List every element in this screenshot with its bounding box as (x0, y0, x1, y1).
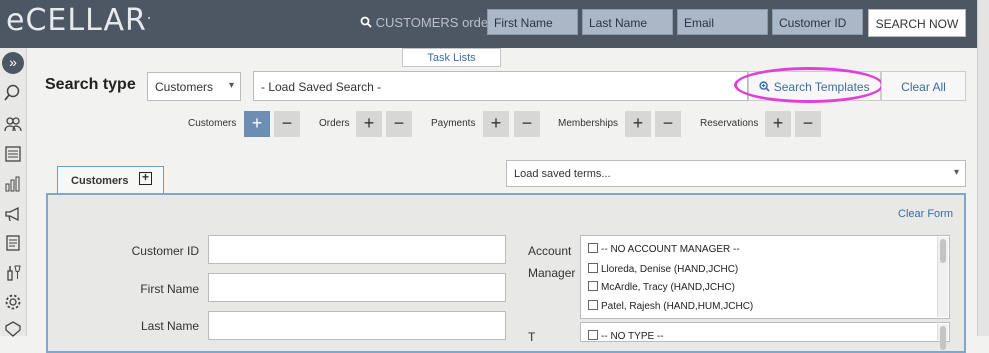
orders-plus-button[interactable]: + (356, 111, 382, 137)
list-item[interactable]: -- NO ACCOUNT MANAGER -- (588, 243, 740, 255)
document-icon[interactable] (4, 234, 22, 252)
memberships-plus-button[interactable]: + (625, 111, 651, 137)
load-saved-terms-select[interactable]: Load saved terms... (506, 160, 966, 187)
list-item[interactable]: McArdle, Tracy (HAND,JCHC) (588, 281, 735, 293)
search-icon (360, 16, 372, 28)
customer-id-input[interactable] (208, 235, 506, 264)
toggle-label-reservations: Reservations (700, 118, 759, 129)
saved-search-select[interactable]: - Load Saved Search - (253, 71, 748, 101)
wine-icon[interactable] (4, 264, 22, 282)
last-name-label: Last Name (140, 319, 199, 333)
toggle-label-memberships: Memberships (558, 118, 619, 129)
customer-id-field[interactable]: Customer ID (772, 9, 863, 35)
clear-form-link[interactable]: Clear Form (898, 208, 953, 220)
task-lists-tab[interactable]: Task Lists (402, 48, 501, 67)
orders-minus-button[interactable]: − (386, 111, 412, 137)
scroll-thumb[interactable] (940, 239, 946, 263)
list-item[interactable]: Patel, Rajesh (HAND,HUM,JCHC) (588, 300, 753, 312)
reservations-minus-button[interactable]: − (795, 111, 821, 137)
account-manager-label: Account (528, 244, 572, 258)
toggle-label-orders: Orders (319, 118, 350, 129)
customers-plus-button[interactable]: + (244, 111, 270, 137)
memberships-minus-button[interactable]: − (655, 111, 681, 137)
page-scrollbar[interactable] (977, 0, 989, 336)
list-item[interactable]: Lloreda, Denise (HAND,JCHC) (588, 263, 738, 275)
search-type-heading: Search type (45, 76, 136, 93)
email-field[interactable]: Email (677, 9, 768, 35)
megaphone-icon[interactable] (4, 205, 22, 223)
customer-id-label: Customer ID (131, 244, 199, 258)
sidebar: » (0, 48, 27, 338)
scroll-thumb[interactable] (940, 326, 946, 350)
checkbox[interactable] (588, 300, 598, 310)
top-bar: eCELLAR. CUSTOMERS orders First Name Las… (0, 0, 977, 48)
toggle-label-customers: Customers (188, 118, 237, 129)
list-icon[interactable] (4, 145, 22, 163)
reservations-plus-button[interactable]: + (765, 111, 791, 137)
reports-chart-icon[interactable] (4, 175, 22, 193)
checkbox[interactable] (588, 243, 598, 253)
payments-minus-button[interactable]: − (514, 111, 540, 137)
first-name-field[interactable]: First Name (487, 9, 578, 35)
checkbox[interactable] (588, 263, 598, 273)
search-type-select[interactable]: Customers (147, 72, 241, 101)
type-list[interactable]: -- NO TYPE -- (580, 322, 950, 350)
checkbox[interactable] (588, 330, 598, 340)
list-scrollbar[interactable] (937, 324, 948, 350)
account-manager-list[interactable]: -- NO ACCOUNT MANAGER -- Lloreda, Denise… (580, 235, 950, 319)
toggle-label-payments: Payments (431, 118, 476, 129)
add-tab-icon[interactable]: + (139, 171, 152, 185)
checkbox[interactable] (588, 281, 598, 291)
first-name-input[interactable] (208, 273, 506, 302)
list-item[interactable]: -- NO TYPE -- (588, 330, 664, 342)
account-manager-label-2: Manager (528, 266, 576, 280)
gear-icon[interactable] (4, 293, 22, 311)
highlight-ellipse (734, 67, 884, 103)
logo[interactable]: eCELLAR. (6, 3, 152, 38)
list-scrollbar[interactable] (937, 237, 948, 317)
search-now-button[interactable]: SEARCH NOW (868, 9, 966, 37)
tab-customers-label: Customers (71, 175, 129, 187)
quick-search-label: CUSTOMERS orders (360, 15, 499, 30)
first-name-label: First Name (140, 282, 199, 296)
last-name-field[interactable]: Last Name (582, 9, 673, 35)
clear-all-button[interactable]: Clear All (881, 71, 966, 101)
payments-plus-button[interactable]: + (483, 111, 509, 137)
search-icon[interactable] (4, 84, 22, 102)
tab-customers[interactable]: Customers + (57, 166, 164, 194)
customers-minus-button[interactable]: − (274, 111, 300, 137)
users-icon[interactable] (4, 115, 22, 133)
tag-icon[interactable] (4, 320, 22, 338)
type-label: T (528, 330, 536, 344)
expand-sidebar-button[interactable]: » (2, 52, 24, 74)
